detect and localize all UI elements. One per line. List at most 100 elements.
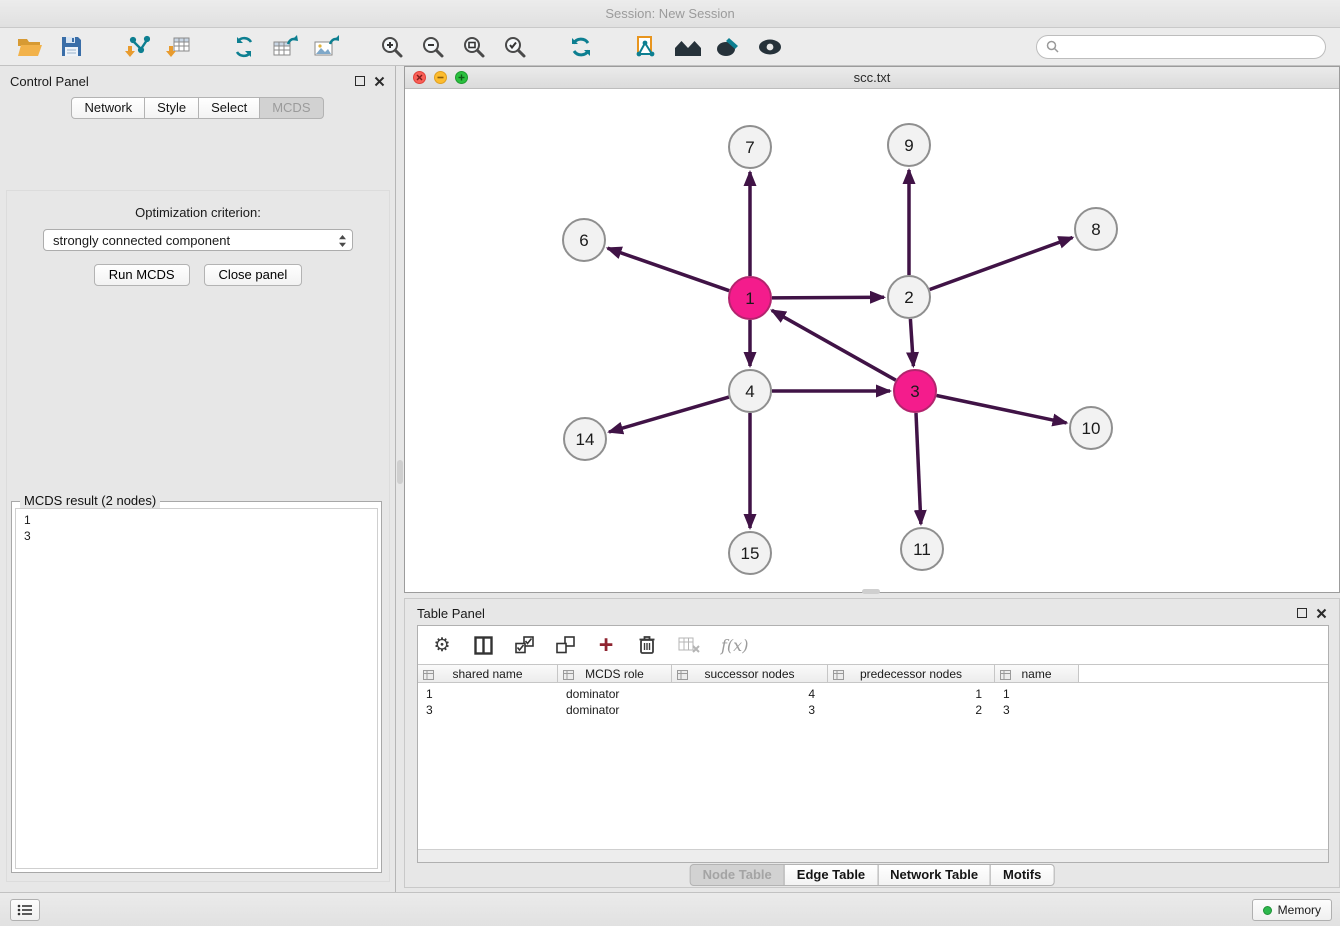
table-row[interactable]: 3dominator323	[418, 702, 1328, 718]
run-mcds-button[interactable]: Run MCDS	[94, 264, 190, 286]
graph-node-6[interactable]: 6	[563, 219, 605, 261]
delete-column-button[interactable]	[637, 635, 657, 655]
network-cycle-icon	[232, 35, 256, 59]
tab-node-table[interactable]: Node Table	[690, 864, 785, 886]
table-row[interactable]: 1dominator411	[418, 686, 1328, 702]
graph-node-7[interactable]: 7	[729, 126, 771, 168]
table-cell: 3	[418, 702, 558, 718]
table-horizontal-scrollbar[interactable]	[418, 849, 1328, 862]
zoom-fit-button[interactable]	[458, 31, 490, 63]
column-header-label: shared name	[452, 667, 522, 681]
optimization-criterion-dropdown[interactable]: strongly connected component	[43, 229, 353, 251]
tab-mcds[interactable]: MCDS	[259, 97, 323, 119]
zoom-out-button[interactable]	[417, 31, 449, 63]
graph-node-9[interactable]: 9	[888, 124, 930, 166]
zoom-in-button[interactable]	[376, 31, 408, 63]
graph-edge-2-8[interactable]	[930, 238, 1073, 290]
graph-node-1[interactable]: 1	[729, 277, 771, 319]
tab-select[interactable]: Select	[198, 97, 260, 119]
graph-node-label: 1	[745, 289, 754, 308]
table-cell: 2	[828, 702, 995, 718]
graph-edge-1-6[interactable]	[608, 248, 730, 291]
table-settings-button[interactable]: ⚙	[432, 636, 452, 655]
reload-network-button[interactable]	[228, 31, 260, 63]
column-header-successor-nodes[interactable]: successor nodes	[672, 665, 828, 682]
deselect-all-button[interactable]	[555, 636, 575, 654]
graph-edge-3-10[interactable]	[937, 396, 1067, 423]
show-graphics-button[interactable]	[754, 31, 786, 63]
function-builder-button[interactable]: f(x)	[721, 636, 748, 655]
import-network-button[interactable]	[121, 31, 153, 63]
select-all-button[interactable]	[514, 636, 534, 654]
column-sort-icon	[423, 669, 434, 683]
style-brush-button[interactable]	[713, 31, 745, 63]
close-panel-icon[interactable]	[374, 76, 385, 87]
table-cell: 1	[828, 686, 995, 702]
graph-node-11[interactable]: 11	[901, 528, 943, 570]
window-title-bar: Session: New Session	[0, 0, 1340, 28]
column-sort-icon	[833, 669, 844, 683]
column-header-name[interactable]: name	[995, 665, 1079, 682]
mcds-result-lines[interactable]: 13	[15, 508, 378, 869]
close-panel-button[interactable]: Close panel	[204, 264, 303, 286]
network-window-titlebar[interactable]: scc.txt	[405, 67, 1339, 89]
show-panels-button[interactable]	[10, 899, 40, 921]
graph-edge-3-11[interactable]	[916, 413, 921, 524]
tab-style[interactable]: Style	[144, 97, 199, 119]
graph-node-15[interactable]: 15	[729, 532, 771, 574]
add-column-button[interactable]: +	[596, 635, 616, 655]
close-table-panel-icon[interactable]	[1316, 608, 1327, 619]
share-document-button[interactable]	[631, 31, 663, 63]
graph-edge-3-1[interactable]	[772, 310, 896, 380]
mcds-tab-content: Optimization criterion: strongly connect…	[6, 190, 390, 882]
column-sort-icon	[677, 669, 688, 683]
search-input[interactable]	[1064, 39, 1316, 54]
zoom-in-icon	[380, 35, 404, 59]
network-canvas[interactable]: 7 9 6 8 1 2 4 3 14 10 15 11	[405, 89, 1339, 592]
memory-button[interactable]: Memory	[1252, 899, 1332, 921]
mcds-result-title: MCDS result (2 nodes)	[20, 493, 160, 508]
tab-network[interactable]: Network	[71, 97, 145, 119]
splitter-handle-vertical[interactable]	[397, 460, 403, 484]
table-panel-tabs: Node TableEdge TableNetwork TableMotifs	[690, 864, 1055, 886]
graph-edge-2-3[interactable]	[910, 319, 913, 366]
column-visibility-button[interactable]	[473, 636, 493, 655]
search-field[interactable]	[1036, 35, 1326, 59]
save-session-button[interactable]	[55, 31, 87, 63]
graph-node-3[interactable]: 3	[894, 370, 936, 412]
graph-node-2[interactable]: 2	[888, 276, 930, 318]
tab-motifs[interactable]: Motifs	[990, 864, 1054, 886]
graph-node-label: 2	[904, 288, 913, 307]
export-image-button[interactable]	[310, 31, 342, 63]
dropdown-stepper-icon	[338, 234, 347, 251]
open-session-button[interactable]	[14, 31, 46, 63]
column-header-predecessor-nodes[interactable]: predecessor nodes	[828, 665, 995, 682]
graph-node-14[interactable]: 14	[564, 418, 606, 460]
column-header-label: successor nodes	[704, 667, 794, 681]
graph-edge-1-2[interactable]	[772, 297, 884, 298]
float-table-panel-icon[interactable]	[1297, 608, 1307, 618]
table-toolbar: ⚙ +	[418, 626, 1328, 664]
graph-node-label: 7	[745, 138, 754, 157]
import-table-button[interactable]	[162, 31, 194, 63]
zoom-selected-button[interactable]	[499, 31, 531, 63]
table-arrow-icon	[272, 35, 298, 59]
graph-node-4[interactable]: 4	[729, 370, 771, 412]
export-table-button[interactable]	[269, 31, 301, 63]
graph-edge-4-14[interactable]	[609, 397, 729, 432]
column-header-mcds-role[interactable]: MCDS role	[558, 665, 672, 682]
dropdown-selected-value: strongly connected component	[53, 233, 230, 248]
tab-edge-table[interactable]: Edge Table	[784, 864, 878, 886]
tab-network-table[interactable]: Network Table	[877, 864, 991, 886]
refresh-view-button[interactable]	[565, 31, 597, 63]
delete-table-icon	[678, 636, 700, 654]
float-panel-icon[interactable]	[355, 76, 365, 86]
network-canvas-svg[interactable]: 7 9 6 8 1 2 4 3 14 10 15 11	[405, 89, 1339, 592]
delete-table-button[interactable]	[678, 636, 700, 654]
graph-node-8[interactable]: 8	[1075, 208, 1117, 250]
save-floppy-icon	[61, 36, 82, 57]
home-button[interactable]	[672, 31, 704, 63]
column-header-shared-name[interactable]: shared name	[418, 665, 558, 682]
splitter-handle-horizontal[interactable]	[862, 589, 880, 594]
graph-node-10[interactable]: 10	[1070, 407, 1112, 449]
